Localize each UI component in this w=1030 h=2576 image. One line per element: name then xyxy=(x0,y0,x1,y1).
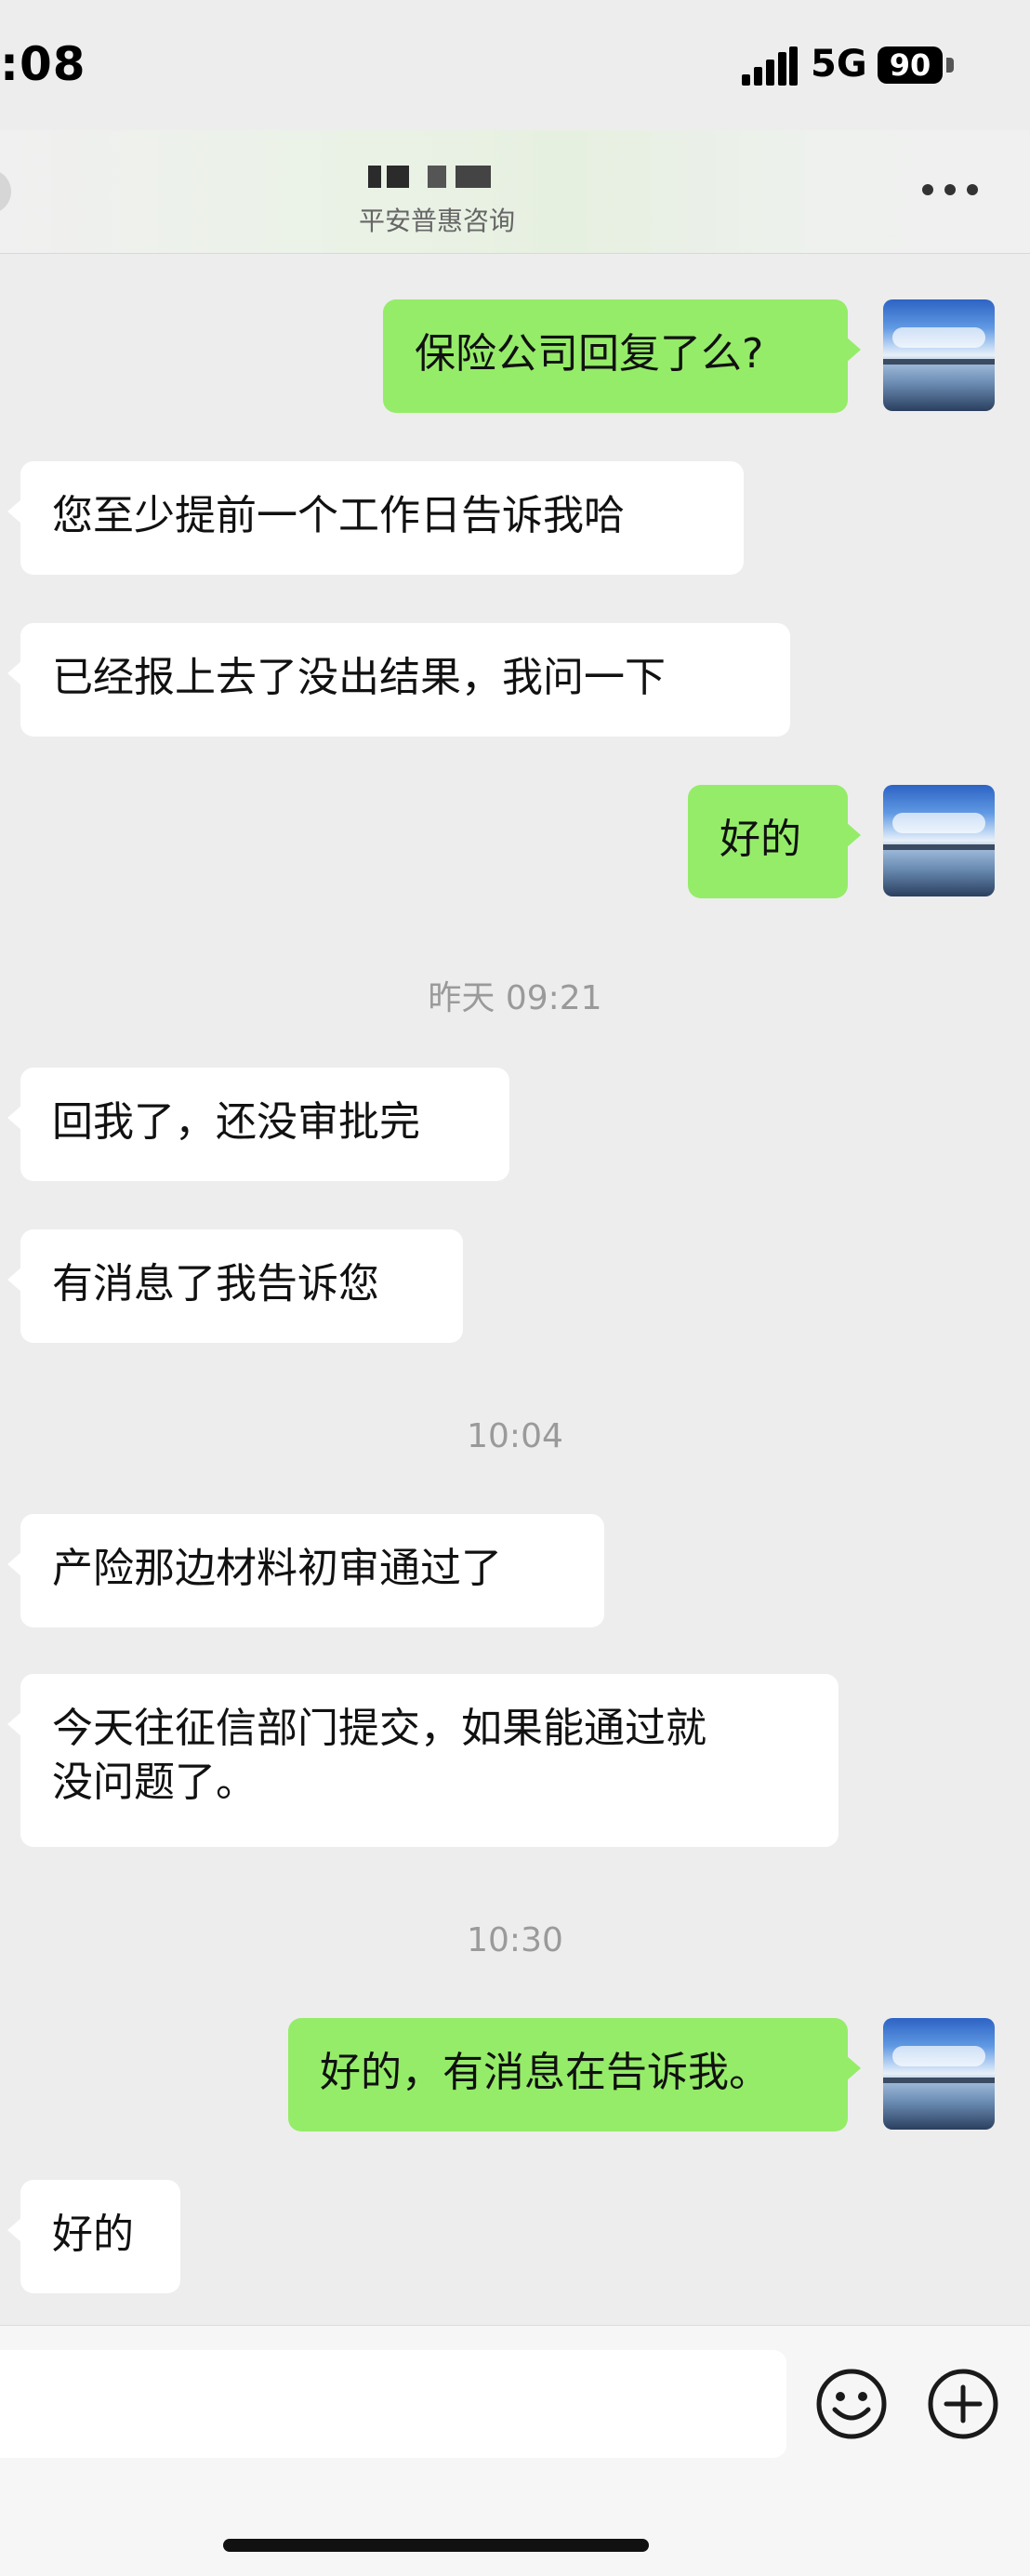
message-line: 今天往征信部门提交，如果能通过就 xyxy=(52,1705,706,1752)
battery-icon: 90 xyxy=(878,46,943,84)
message-bubble-incoming[interactable]: 回我了，还没审批完 xyxy=(7,1068,509,1181)
message-bubble-incoming[interactable]: 您至少提前一个工作日告诉我哈 xyxy=(7,461,744,575)
message-bubble-outgoing[interactable]: 好的 xyxy=(688,785,861,898)
signal-icon xyxy=(742,46,798,86)
message-bubble-incoming[interactable]: 已经报上去了没出结果，我问一下 xyxy=(7,623,790,737)
timestamp: 10:04 xyxy=(467,1417,563,1455)
contact-name-redacted xyxy=(363,166,511,188)
timestamp: 10:30 xyxy=(467,1921,563,1959)
message-bubble-outgoing[interactable]: 保险公司回复了么? xyxy=(383,299,861,413)
home-indicator[interactable] xyxy=(223,2539,649,2552)
my-avatar[interactable] xyxy=(883,785,995,896)
message-bubble-incoming[interactable]: 好的 xyxy=(7,2180,180,2293)
status-time: :08 xyxy=(0,37,86,91)
message-line: 没问题了。 xyxy=(52,1759,257,1806)
status-bar: :08 5G 90 xyxy=(0,0,1030,130)
smiley-icon[interactable] xyxy=(814,2367,889,2441)
message-bubble-incoming[interactable]: 今天往征信部门提交，如果能通过就 没问题了。 xyxy=(7,1674,839,1847)
plus-circle-icon[interactable] xyxy=(926,2367,1000,2441)
network-type: 5G xyxy=(811,43,867,86)
battery-nub xyxy=(946,58,954,73)
battery-level: 90 xyxy=(889,47,931,83)
message-input[interactable] xyxy=(0,2350,786,2458)
my-avatar[interactable] xyxy=(883,2018,995,2130)
contact-subtitle: 平安普惠咨询 xyxy=(358,206,515,236)
message-bubble-incoming[interactable]: 产险那边材料初审通过了 xyxy=(7,1514,604,1627)
more-options-icon[interactable] xyxy=(922,184,987,199)
back-button[interactable] xyxy=(0,169,11,214)
message-bubble-outgoing[interactable]: 好的，有消息在告诉我。 xyxy=(288,2018,861,2131)
message-bubble-incoming[interactable]: 有消息了我告诉您 xyxy=(7,1229,463,1343)
timestamp: 昨天 09:21 xyxy=(428,979,602,1017)
chat-header: 平安普惠咨询 xyxy=(0,130,1030,254)
my-avatar[interactable] xyxy=(883,299,995,411)
